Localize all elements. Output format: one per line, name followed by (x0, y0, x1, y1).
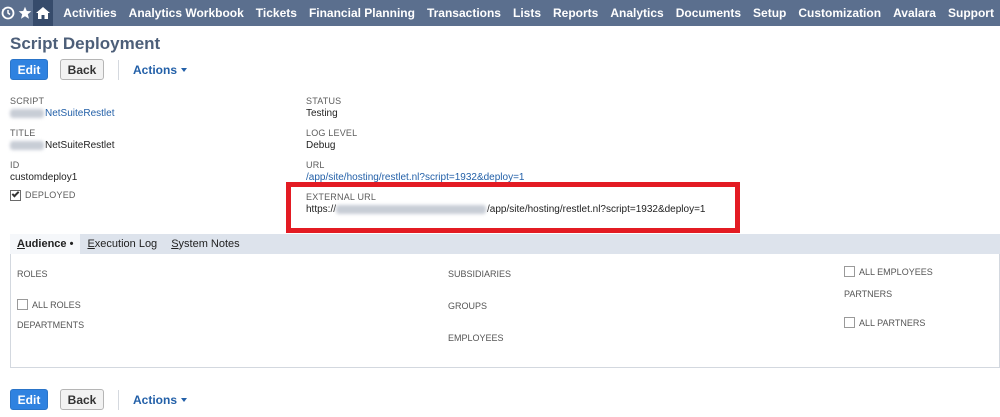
favorites-star-icon[interactable] (17, 0, 34, 26)
nav-item-support[interactable]: Support (942, 0, 1000, 26)
nav-item-activities[interactable]: Activities (57, 0, 122, 26)
back-button[interactable]: Back (60, 59, 104, 80)
highlight-box (286, 182, 740, 233)
nav-item-financial-planning[interactable]: Financial Planning (303, 0, 421, 26)
all-roles-label: ALL ROLES (32, 299, 81, 310)
title-field: TITLE NetSuiteRestlet (10, 127, 114, 152)
top-button-row: Edit Back Actions (10, 59, 188, 80)
top-nav-bar: Activities Analytics Workbook Tickets Finan… (0, 0, 1000, 26)
recent-records-icon[interactable] (0, 0, 17, 26)
nav-item-customization[interactable]: Customization (792, 0, 887, 26)
bottom-button-row: Edit Back Actions (10, 389, 188, 410)
tab-accesskey: S (171, 238, 179, 250)
nav-item-setup[interactable]: Setup (747, 0, 792, 26)
tab-execution-log[interactable]: Execution Log (80, 234, 164, 254)
nav-item-transactions[interactable]: Transactions (421, 0, 507, 26)
actions-label: Actions (133, 392, 178, 407)
all-roles-row: ALL ROLES (17, 299, 81, 310)
nav-item-analytics-workbook[interactable]: Analytics Workbook (123, 0, 250, 26)
all-employees-label: ALL EMPLOYEES (859, 266, 933, 277)
separator (118, 389, 119, 410)
groups-label: GROUPS (448, 301, 488, 311)
log-level-value: Debug (306, 140, 336, 151)
nav-item-reports[interactable]: Reports (547, 0, 604, 26)
log-level-field: LOG LEVEL Debug (306, 127, 357, 152)
title-value: NetSuiteRestlet (45, 140, 115, 151)
deployed-label: DEPLOYED (25, 190, 76, 200)
audience-panel: ROLES ALL ROLES DEPARTMENTS SUBSIDIARIES… (10, 254, 1000, 368)
script-label: SCRIPT (10, 96, 45, 106)
nav-item-avalara[interactable]: Avalara (887, 0, 942, 26)
url-field: URL /app/site/hosting/restlet.nl?script=… (306, 159, 524, 184)
edit-button-bottom[interactable]: Edit (10, 389, 48, 410)
chevron-down-icon (181, 397, 188, 402)
all-employees-row: ALL EMPLOYEES (844, 266, 933, 277)
status-value: Testing (306, 108, 338, 119)
deployed-field: DEPLOYED (10, 189, 76, 201)
tab-accesskey: E (87, 238, 95, 250)
title-label: TITLE (10, 128, 36, 138)
tab-active-marker: • (66, 238, 74, 250)
actions-menu[interactable]: Actions (133, 62, 188, 77)
tab-label: ystem Notes (178, 238, 240, 250)
roles-label: ROLES (17, 269, 48, 279)
script-link[interactable]: NetSuiteRestlet (10, 107, 114, 120)
subsidiaries-label: SUBSIDIARIES (448, 269, 512, 279)
checkmark-icon (11, 189, 20, 198)
url-label: URL (306, 160, 325, 170)
tab-audience[interactable]: Audience • (10, 234, 81, 254)
subtab-bar: Audience • Execution Log System Notes (10, 234, 1000, 254)
script-field: SCRIPT NetSuiteRestlet (10, 95, 114, 120)
page-title: Script Deployment (10, 34, 161, 53)
title-value-wrap: NetSuiteRestlet (10, 139, 114, 152)
departments-label: DEPARTMENTS (17, 320, 85, 330)
nav-menu: Activities Analytics Workbook Tickets Finan… (53, 0, 1000, 26)
redacted-text (10, 140, 44, 150)
nav-item-documents[interactable]: Documents (670, 0, 747, 26)
chevron-down-icon (181, 67, 188, 72)
back-button-bottom[interactable]: Back (60, 389, 104, 410)
script-value: NetSuiteRestlet (45, 108, 115, 119)
id-field: ID customdeploy1 (10, 159, 77, 184)
tab-accesskey: A (17, 238, 25, 250)
actions-menu-bottom[interactable]: Actions (133, 392, 188, 407)
all-partners-label: ALL PARTNERS (859, 317, 926, 328)
tab-label: xecution Log (94, 238, 158, 250)
status-field: STATUS Testing (306, 95, 341, 120)
redacted-text (10, 108, 44, 118)
nav-item-lists[interactable]: Lists (507, 0, 547, 26)
actions-label: Actions (133, 62, 178, 77)
deployed-checkbox[interactable] (10, 189, 21, 201)
tab-label: udience (24, 238, 67, 250)
partners-label: PARTNERS (844, 289, 893, 299)
id-value: customdeploy1 (10, 172, 78, 183)
separator (118, 59, 119, 80)
nav-item-tickets[interactable]: Tickets (250, 0, 303, 26)
all-employees-checkbox[interactable] (844, 266, 855, 277)
nav-item-analytics[interactable]: Analytics (604, 0, 669, 26)
id-label: ID (10, 160, 20, 170)
all-partners-checkbox[interactable] (844, 317, 855, 328)
home-icon[interactable] (33, 0, 54, 26)
employees-label: EMPLOYEES (448, 333, 504, 343)
tab-system-notes[interactable]: System Notes (164, 234, 246, 254)
log-level-label: LOG LEVEL (306, 128, 358, 138)
edit-button[interactable]: Edit (10, 59, 48, 80)
all-roles-checkbox[interactable] (17, 299, 28, 310)
all-partners-row: ALL PARTNERS (844, 317, 925, 328)
status-label: STATUS (306, 96, 342, 106)
